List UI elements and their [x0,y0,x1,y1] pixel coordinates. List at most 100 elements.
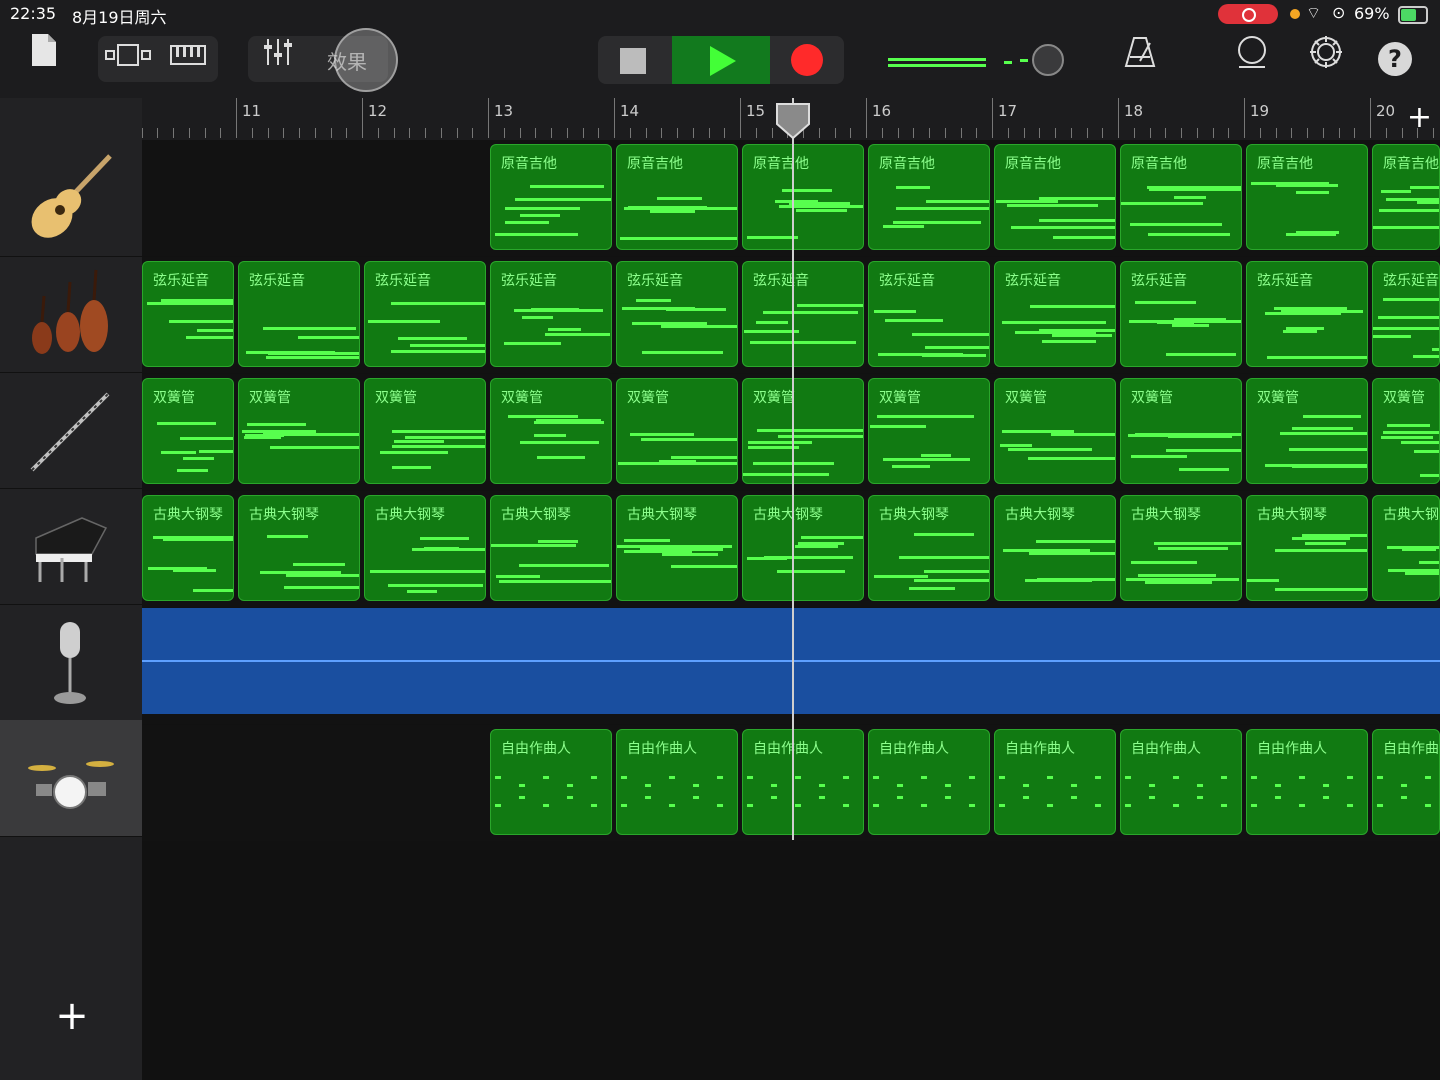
midi-region[interactable]: 弦乐延音 [616,261,738,367]
midi-note [945,784,951,787]
midi-region[interactable]: 弦乐延音 [742,261,864,367]
master-volume-slider[interactable] [888,44,1088,76]
midi-region[interactable]: 弦乐延音 [1246,261,1368,367]
midi-note [795,776,801,779]
midi-note [1425,776,1431,779]
audio-region[interactable] [142,608,1440,714]
midi-region[interactable]: 自由作曲人 [1120,729,1242,835]
midi-region[interactable]: 弦乐延音 [1120,261,1242,367]
track-header-strings[interactable] [0,256,142,373]
midi-note [169,320,233,323]
settings-button[interactable] [1304,34,1348,87]
gear-icon [1310,36,1342,68]
track-lane-acoustic-guitar[interactable]: 原音吉他 原音吉他 原音吉他 原音吉他 原音吉他 原音吉他 原音吉他 原音吉他 [142,140,1440,256]
midi-region[interactable]: 自由作曲人 [490,729,612,835]
midi-region[interactable]: 双簧管 [1246,378,1368,484]
midi-region[interactable]: 原音吉他 [1372,144,1440,250]
track-header-microphone[interactable] [0,604,142,721]
metronome-button[interactable] [1118,34,1162,86]
midi-region[interactable]: 双簧管 [490,378,612,484]
midi-region[interactable]: 弦乐延音 [868,261,990,367]
midi-region[interactable]: 弦乐延音 [238,261,360,367]
tracks-view-button[interactable] [102,32,154,84]
midi-region[interactable]: 古典大钢琴 [364,495,486,601]
midi-region[interactable]: 古典大钢琴 [616,495,738,601]
midi-note [1131,561,1197,564]
midi-region[interactable]: 双簧管 [742,378,864,484]
ruler-bar-line [614,98,615,138]
record-button[interactable] [770,36,844,84]
playhead-handle[interactable] [775,102,811,140]
midi-region[interactable]: 弦乐延音 [994,261,1116,367]
track-lane-drum-kit[interactable]: 自由作曲人 自由作曲人 自由作曲人 自由作曲人 自由作曲人 自由作曲人 自由作曲人 自由作曲人 [142,725,1440,841]
mixer-button[interactable] [254,32,302,84]
midi-region[interactable]: 原音吉他 [742,144,864,250]
tracks-area[interactable]: 原音吉他 原音吉他 原音吉他 原音吉他 原音吉他 原音吉他 原音吉他 原音吉他 弦乐延音 弦乐延音… [142,140,1440,1080]
midi-region[interactable]: 原音吉他 [1120,144,1242,250]
track-lane-microphone[interactable] [142,608,1440,724]
midi-region[interactable]: 双簧管 [1120,378,1242,484]
midi-region[interactable]: 古典大钢琴 [1120,495,1242,601]
ruler-tick [1275,128,1277,138]
keyboard-view-button[interactable] [162,32,214,84]
add-track-button[interactable]: + [50,994,94,1038]
midi-note [286,574,359,577]
ruler-tick [204,128,206,138]
midi-region[interactable]: 弦乐延音 [1372,261,1440,367]
region-label: 古典大钢琴 [501,507,571,523]
midi-region[interactable]: 弦乐延音 [490,261,612,367]
midi-region[interactable]: 自由作曲人 [868,729,990,835]
midi-region[interactable]: 双簧管 [238,378,360,484]
midi-region[interactable]: 古典大钢琴 [868,495,990,601]
track-lane-grand-piano[interactable]: 古典大钢琴 古典大钢琴 古典大钢琴 古典大钢琴 古典大钢琴 古典大钢琴 古典大钢琴 古典大钢琴… [142,491,1440,607]
help-button[interactable]: ? [1378,42,1412,76]
midi-region[interactable]: 自由作曲人 [616,729,738,835]
play-button[interactable] [672,36,770,84]
midi-region[interactable]: 弦乐延音 [142,261,234,367]
ruler-bar-line [1118,98,1119,138]
midi-region[interactable]: 双簧管 [868,378,990,484]
midi-region[interactable]: 自由作曲人 [1246,729,1368,835]
midi-region[interactable]: 原音吉他 [994,144,1116,250]
track-lane-strings[interactable]: 弦乐延音 弦乐延音 弦乐延音 弦乐延音 弦乐延音 弦乐延音 弦乐延音 弦乐延音 弦乐延音 弦乐延音… [142,257,1440,373]
midi-region[interactable]: 自由作曲人 [994,729,1116,835]
midi-note [1030,305,1115,308]
region-label: 弦乐延音 [1383,273,1439,289]
midi-region[interactable]: 原音吉他 [868,144,990,250]
track-header-oboe[interactable] [0,372,142,489]
region-label: 古典大钢琴 [1383,507,1439,523]
midi-region[interactable]: 双簧管 [364,378,486,484]
loop-browser-button[interactable] [1230,34,1274,86]
midi-region[interactable]: 古典大钢琴 [742,495,864,601]
midi-note [969,804,975,807]
midi-region[interactable]: 古典大钢琴 [1246,495,1368,601]
midi-region[interactable]: 古典大钢琴 [238,495,360,601]
midi-region[interactable]: 双簧管 [616,378,738,484]
midi-region[interactable]: 弦乐延音 [364,261,486,367]
midi-region[interactable]: 双簧管 [1372,378,1440,484]
midi-region[interactable]: 自由作曲人 [1372,729,1440,835]
midi-note [747,804,753,807]
track-header-acoustic-guitar[interactable] [0,140,142,257]
midi-region[interactable]: 古典大钢琴 [142,495,234,601]
midi-region[interactable]: 古典大钢琴 [1372,495,1440,601]
midi-note [1121,202,1203,205]
mixer-group: 效果 [248,28,398,92]
track-header-grand-piano[interactable] [0,488,142,605]
stop-button[interactable] [598,36,672,84]
midi-region[interactable]: 古典大钢琴 [994,495,1116,601]
midi-region[interactable]: 古典大钢琴 [490,495,612,601]
midi-region[interactable]: 双簧管 [994,378,1116,484]
midi-note [1247,579,1279,582]
midi-region[interactable]: 原音吉他 [490,144,612,250]
midi-region[interactable]: 原音吉他 [1246,144,1368,250]
my-songs-button[interactable] [24,32,64,85]
add-section-button[interactable]: + [1407,100,1432,135]
midi-region[interactable]: 原音吉他 [616,144,738,250]
midi-region[interactable]: 自由作曲人 [742,729,864,835]
volume-knob[interactable] [1032,44,1064,76]
midi-region[interactable]: 双簧管 [142,378,234,484]
track-header-drum-kit[interactable] [0,720,142,837]
midi-note [928,415,960,418]
track-lane-oboe[interactable]: 双簧管 双簧管 双簧管 双簧管 双簧管 双簧管 双簧管 双簧管 双簧管 双簧管 双簧管 [142,374,1440,490]
